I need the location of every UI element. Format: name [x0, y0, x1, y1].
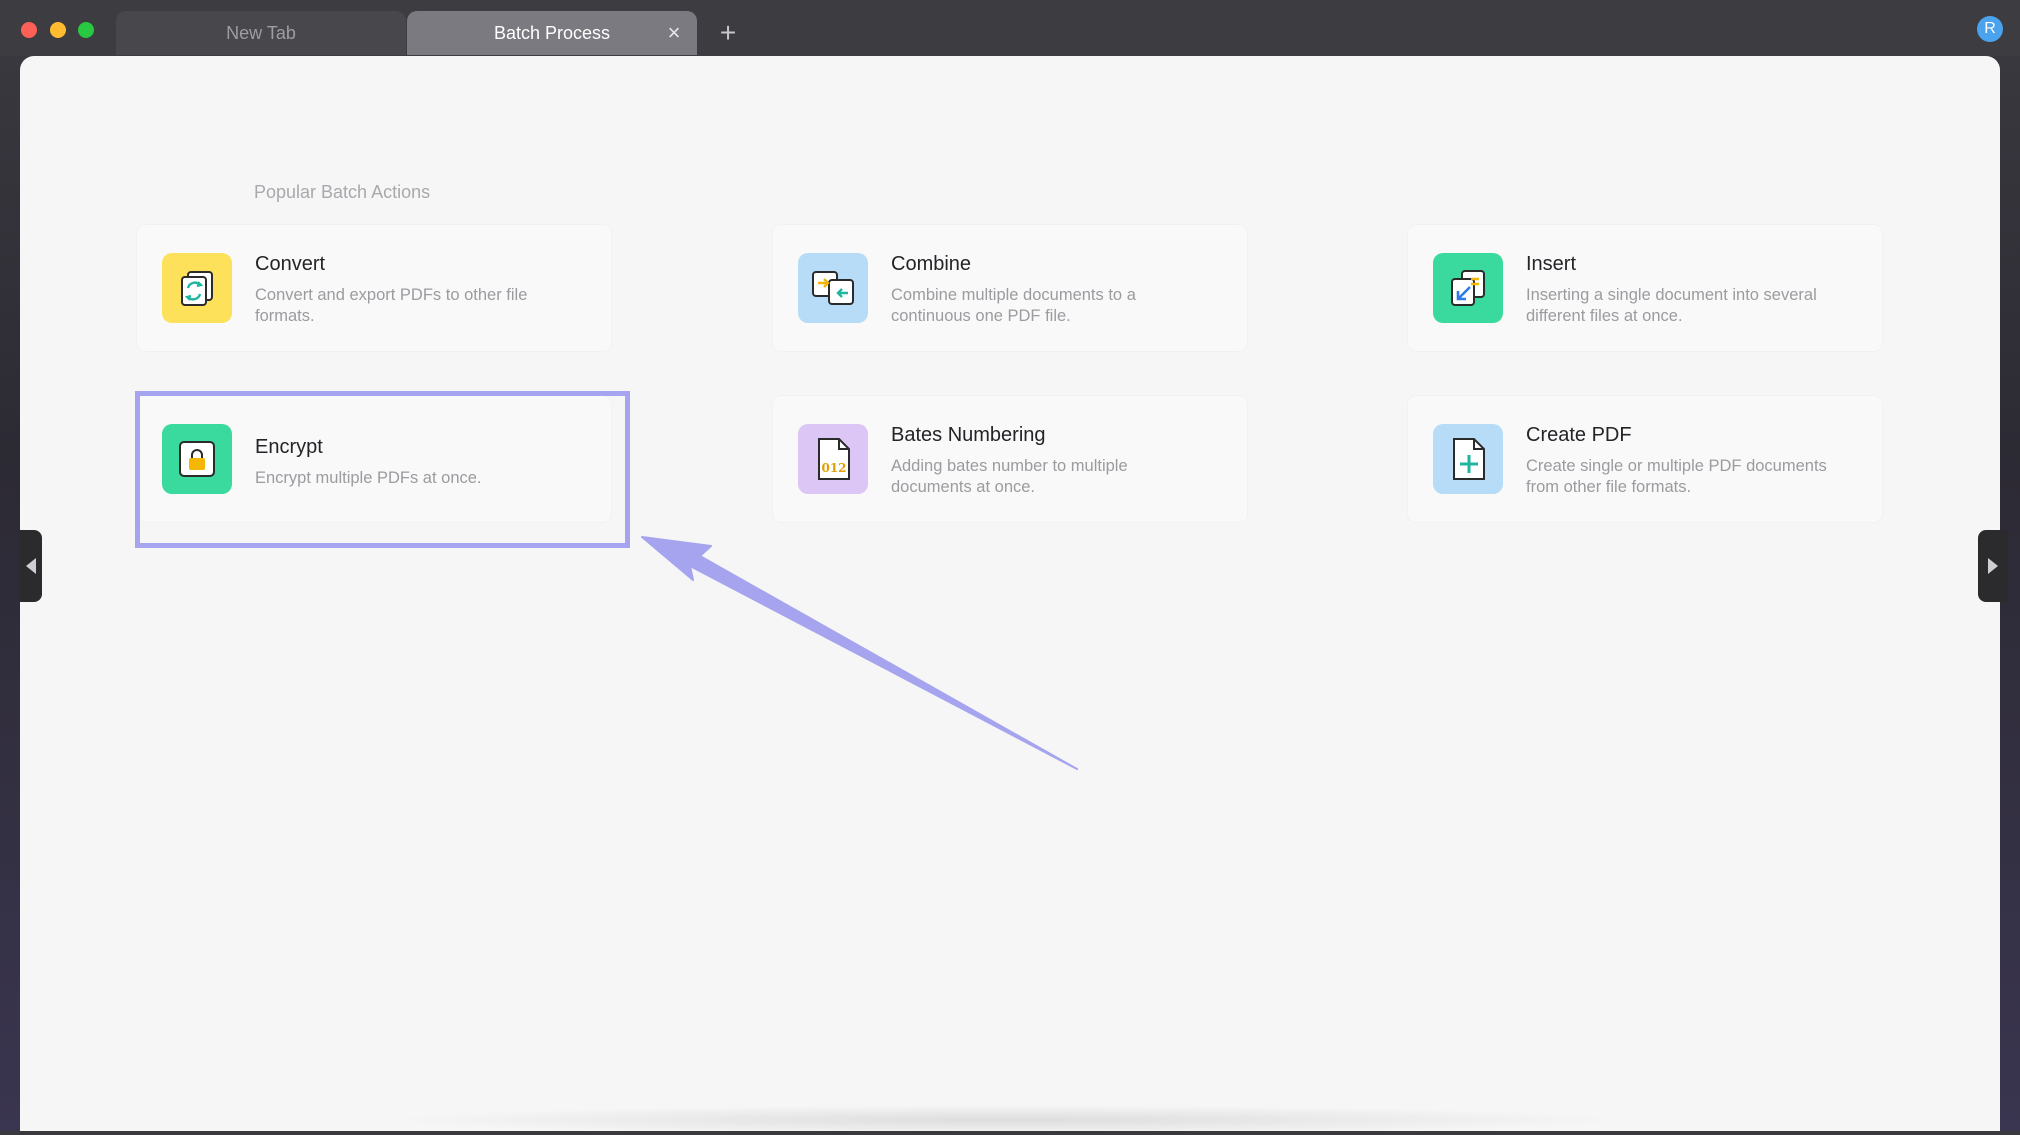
action-card-convert[interactable]: Convert Convert and export PDFs to other…	[137, 225, 611, 351]
minimize-window-button[interactable]	[50, 22, 66, 38]
action-description: Encrypt multiple PDFs at once.	[255, 469, 482, 487]
new-tab-button[interactable]: +	[714, 14, 742, 52]
tab-batch-process[interactable]: Batch Process ×	[407, 11, 697, 55]
avatar[interactable]: R	[1977, 16, 2003, 42]
section-title: Popular Batch Actions	[254, 182, 431, 202]
tab-label: New Tab	[226, 22, 296, 43]
convert-icon	[162, 253, 232, 323]
action-description: Combine multiple documents to a continuo…	[891, 286, 1136, 325]
zoom-window-button[interactable]	[78, 22, 94, 38]
action-card-create-pdf[interactable]: Create PDF Create single or multiple PDF…	[1408, 396, 1882, 522]
action-card-combine[interactable]: Combine Combine multiple documents to a …	[773, 225, 1247, 351]
title-bar: New Tab Batch Process × + R	[0, 0, 2020, 56]
action-title: Insert	[1526, 253, 1577, 275]
create-pdf-icon	[1433, 424, 1503, 494]
action-description: Inserting a single document into several…	[1526, 286, 1817, 325]
action-title: Combine	[891, 253, 972, 275]
bates-icon: 012	[798, 424, 868, 494]
action-description: Adding bates number to multiple document…	[891, 457, 1128, 496]
combine-icon	[798, 253, 868, 323]
action-description: Convert and export PDFs to other file fo…	[255, 286, 528, 325]
action-title: Encrypt	[255, 436, 323, 458]
close-window-button[interactable]	[21, 22, 37, 38]
action-title: Create PDF	[1526, 424, 1632, 446]
action-description: Create single or multiple PDF documents …	[1526, 457, 1827, 496]
action-card-encrypt[interactable]: Encrypt Encrypt multiple PDFs at once.	[137, 396, 611, 522]
main-content	[20, 56, 2000, 1131]
action-title: Bates Numbering	[891, 424, 1046, 446]
insert-icon	[1433, 253, 1503, 323]
scroll-right-arrow-icon[interactable]	[1978, 530, 2008, 602]
action-card-insert[interactable]: Insert Inserting a single document into …	[1408, 225, 1882, 351]
app-window: New Tab Batch Process × + R Popular Batc…	[0, 0, 2020, 1135]
tab-new-tab[interactable]: New Tab	[116, 11, 406, 55]
bates-icon-number: 012	[821, 461, 846, 475]
action-title: Convert	[255, 253, 326, 275]
action-card-bates-numbering[interactable]: 012 Bates Numbering Adding bates number …	[773, 396, 1247, 522]
scroll-left-arrow-icon[interactable]	[20, 530, 42, 602]
lock-icon	[162, 424, 232, 494]
tab-label: Batch Process	[493, 22, 611, 43]
close-tab-icon[interactable]: ×	[663, 22, 685, 44]
